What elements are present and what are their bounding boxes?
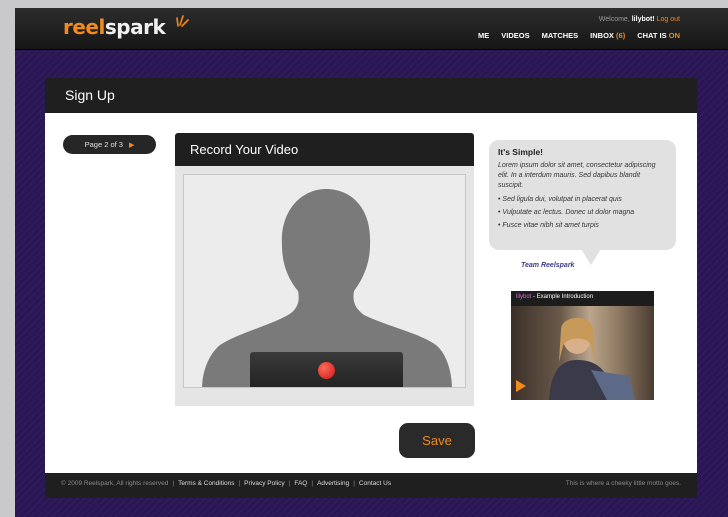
play-icon[interactable] [516, 380, 526, 392]
tips-bubble: It's Simple! Lorem ipsum dolor sit amet,… [489, 140, 676, 250]
inbox-count: (6) [616, 31, 626, 40]
chevron-right-icon: ▶ [128, 141, 135, 149]
save-button[interactable]: Save [399, 423, 475, 458]
footer-link-faq[interactable]: FAQ [294, 480, 307, 491]
list-item: Fusce vitae nibh sit amet turpis [498, 219, 667, 232]
example-video[interactable]: lilybot - Example Introduction [511, 291, 654, 400]
footer-links: © 2009 Reelspark, All rights reserved | … [61, 480, 391, 491]
tips-title: It's Simple! [498, 147, 544, 157]
footer-link-privacy[interactable]: Privacy Policy [244, 480, 284, 491]
nav-matches[interactable]: MATCHES [542, 31, 579, 40]
woman-smiling-image [549, 318, 635, 400]
record-button[interactable] [318, 362, 335, 379]
nav-chat-status[interactable]: CHAT IS ON [637, 31, 680, 40]
tips-list: Sed ligula dui, volutpat in placerat qui… [498, 193, 667, 232]
page-title: Sign Up [45, 78, 697, 113]
logout-link[interactable]: Log out [657, 16, 680, 23]
record-controls [250, 352, 403, 387]
footer: © 2009 Reelspark, All rights reserved | … [45, 473, 697, 498]
recorder-title: Record Your Video [175, 133, 474, 166]
footer-link-terms[interactable]: Terms & Conditions [178, 480, 234, 491]
welcome-message: Welcome, lilybot! Log out [598, 16, 680, 23]
footer-link-advertising[interactable]: Advertising [317, 480, 349, 491]
video-preview [183, 174, 466, 388]
video-recorder [175, 166, 474, 406]
spark-icon [176, 15, 189, 27]
tips-signature: Team Reelspark [521, 262, 575, 269]
list-item: Sed ligula dui, volutpat in placerat qui… [498, 193, 667, 206]
footer-motto: This is where a cheeky little motto goes… [565, 480, 681, 487]
footer-link-contact[interactable]: Contact Us [359, 480, 391, 491]
copyright: © 2009 Reelspark, All rights reserved [61, 480, 169, 487]
nav-videos[interactable]: VIDEOS [501, 31, 529, 40]
example-video-title: lilybot - Example Introduction [516, 294, 594, 300]
nav-inbox[interactable]: INBOX (6) [590, 31, 625, 40]
tips-intro: Lorem ipsum dolor sit amet, consectetur … [498, 162, 656, 189]
nav-me[interactable]: ME [478, 31, 489, 40]
signup-panel: Sign Up Page 2 of 3 ▶ Record Your Video [45, 78, 697, 498]
bubble-tail [581, 249, 601, 265]
top-bar: reelspark Welcome, lilybot! Log out ME V… [15, 8, 728, 50]
example-video-frame [511, 306, 654, 400]
panel-body: Page 2 of 3 ▶ Record Your Video Save It'… [45, 113, 697, 473]
step-indicator[interactable]: Page 2 of 3 ▶ [63, 135, 156, 154]
page-frame: reelspark Welcome, lilybot! Log out ME V… [15, 8, 728, 517]
list-item: Vulputate ac lectus. Donec ut dolor magn… [498, 206, 667, 219]
chat-status-badge: ON [668, 31, 680, 40]
main-nav: ME VIDEOS MATCHES INBOX (6) CHAT IS ON [478, 31, 680, 40]
logo[interactable]: reelspark [63, 15, 166, 39]
